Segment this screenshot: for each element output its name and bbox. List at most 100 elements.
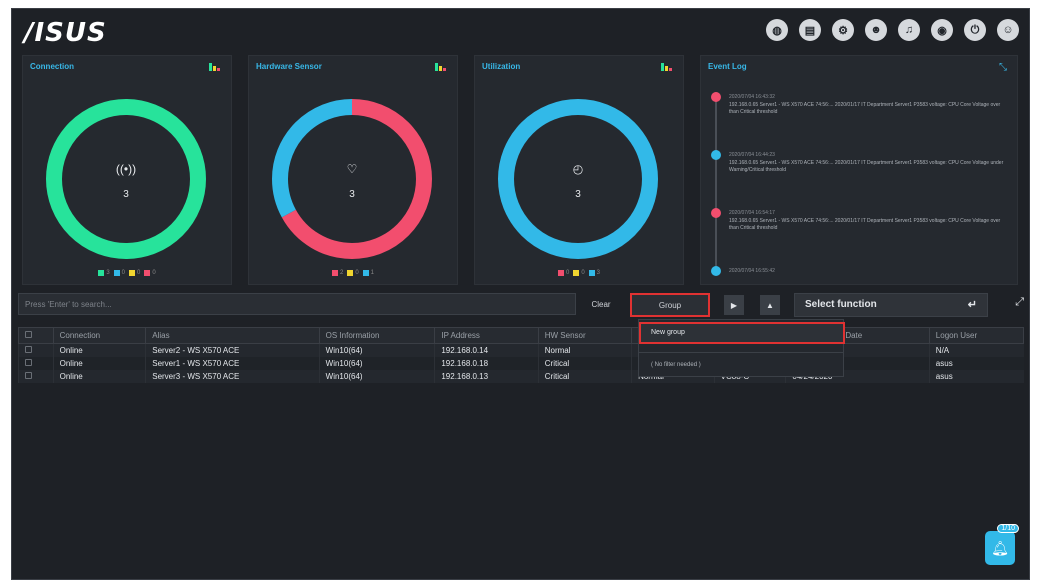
power-icon[interactable]: ⏻ bbox=[964, 19, 986, 41]
device-count: 3 bbox=[123, 189, 129, 200]
card-utilization: Utilization ◴ 3 0 0 3 bbox=[474, 55, 684, 285]
table-cell: asus bbox=[928, 369, 1024, 383]
new-group-item[interactable]: New group bbox=[639, 322, 845, 344]
event-dot bbox=[711, 208, 721, 218]
search-input[interactable] bbox=[18, 293, 576, 315]
event-log-title: Event Log bbox=[708, 62, 747, 71]
chart-legend: 3 0 0 0 bbox=[23, 270, 231, 276]
table-cell: 192.168.0.14 bbox=[434, 343, 539, 357]
connection-icon: ((•)) bbox=[115, 162, 137, 176]
device-table: Connection Alias OS Information IP Address H… bbox=[18, 327, 1025, 383]
table-cell: Normal bbox=[537, 343, 632, 357]
donut-chart: ((•)) 3 bbox=[41, 94, 211, 264]
event-dot bbox=[711, 150, 721, 160]
column-header[interactable]: OS Information bbox=[318, 327, 436, 344]
table-cell: 192.168.0.13 bbox=[434, 369, 539, 383]
legend-count: 1 bbox=[370, 270, 375, 276]
app-window: /ISUS ◍ ▤ ⚙ ☻ ♫ ◉ ⏻ ☺ Connection ((•)) 3 3 0 0 0 Hardw… bbox=[11, 8, 1030, 580]
chart-toggle-icon[interactable] bbox=[209, 63, 220, 71]
card-hardware-sensor: Hardware Sensor ♡ 3 2 0 1 bbox=[248, 55, 458, 285]
user-icon[interactable]: ☻ bbox=[865, 19, 887, 41]
fullscreen-icon[interactable]: ⤢ bbox=[1015, 296, 1024, 309]
legend-item: 0 bbox=[113, 270, 125, 276]
help-icon[interactable]: ◉ bbox=[931, 19, 953, 41]
expand-icon[interactable]: ⤡ bbox=[999, 62, 1007, 73]
database-icon[interactable]: ▤ bbox=[799, 19, 821, 41]
row-checkbox-cell[interactable] bbox=[18, 369, 54, 383]
donut-chart: ◴ 3 bbox=[493, 94, 663, 264]
legend-item: 0 bbox=[557, 270, 570, 276]
row-checkbox[interactable] bbox=[25, 345, 32, 353]
table-cell: Win10(64) bbox=[318, 356, 435, 370]
column-header[interactable]: Connection bbox=[52, 327, 147, 344]
table-cell: 192.168.0.18 bbox=[434, 356, 539, 370]
table-row[interactable]: Online Server2 - WS X570 ACE Win10(64) 192.… bbox=[18, 343, 1024, 357]
upload-button[interactable]: ▲ bbox=[760, 295, 780, 315]
event-timestamp: 2020/07/04 16:54:17 bbox=[729, 210, 775, 216]
globe-icon[interactable]: ◍ bbox=[766, 19, 788, 41]
row-checkbox-cell[interactable] bbox=[18, 356, 54, 370]
gauge-icon: ◴ bbox=[572, 162, 584, 176]
table-cell: N/A bbox=[928, 343, 1024, 357]
chart-toggle-icon[interactable] bbox=[661, 63, 672, 71]
legend-count: 0 bbox=[121, 270, 125, 276]
table-cell: Online bbox=[52, 369, 146, 383]
table-row[interactable]: Online Server3 - WS X570 ACE Win10(64) 192.… bbox=[18, 369, 1024, 383]
event-message: 192.168.0.65 Server1 - WS X570 ACE 74:56… bbox=[729, 218, 1001, 231]
column-header[interactable]: Alias bbox=[145, 327, 320, 344]
card-connection: Connection ((•)) 3 3 0 0 0 bbox=[22, 55, 232, 285]
card-title: Hardware Sensor bbox=[256, 62, 322, 71]
notification-button[interactable]: 🔔︎ 1/10 bbox=[985, 524, 1019, 565]
device-count: 3 bbox=[349, 189, 355, 200]
top-bar: /ISUS ◍ ▤ ⚙ ☻ ♫ ◉ ⏻ ☺ bbox=[12, 9, 1029, 53]
event-timestamp: 2020/07/04 16:44:23 bbox=[729, 152, 775, 158]
settings-icon[interactable]: ⚙ bbox=[832, 19, 854, 41]
legend-item: 3 bbox=[588, 270, 601, 276]
heart-monitor-icon: ♡ bbox=[346, 162, 358, 176]
timeline-line bbox=[715, 92, 717, 270]
column-header[interactable]: Logon User bbox=[928, 327, 1025, 344]
legend-item: 3 bbox=[98, 270, 110, 276]
table-row[interactable]: Online Server1 - WS X570 ACE Win10(64) 192.… bbox=[18, 356, 1024, 370]
row-checkbox[interactable] bbox=[25, 371, 32, 379]
toolbar: Clear Group ▶ ▲ Select function ↵ ⤢ bbox=[18, 293, 1024, 317]
donut-segment bbox=[498, 99, 658, 259]
select-all-checkbox[interactable] bbox=[25, 331, 32, 338]
select-function-dropdown[interactable]: Select function ↵ bbox=[794, 293, 988, 317]
legend-count: 0 bbox=[565, 270, 570, 276]
legend-count: 0 bbox=[355, 270, 359, 276]
select-function-label: Select function bbox=[805, 299, 877, 310]
top-icon-group: ◍ ▤ ⚙ ☻ ♫ ◉ ⏻ ☺ bbox=[766, 19, 1019, 41]
card-title: Utilization bbox=[482, 62, 521, 71]
table-cell: Server1 - WS X570 ACE bbox=[145, 356, 320, 370]
legend-item: 0 bbox=[573, 270, 585, 276]
legend-item: 0 bbox=[144, 270, 156, 276]
row-checkbox-cell[interactable] bbox=[18, 343, 54, 357]
event-message: 192.168.0.65 Server1 - WS X570 ACE 74:56… bbox=[729, 102, 1001, 115]
table-cell: Server3 - WS X570 ACE bbox=[145, 369, 320, 383]
notification-badge: 1/10 bbox=[997, 524, 1019, 533]
clear-button[interactable]: Clear bbox=[581, 295, 621, 313]
column-header[interactable]: IP Address bbox=[434, 327, 539, 344]
event-timestamp: 2020/07/04 16:55:42 bbox=[729, 268, 775, 274]
dropdown-divider bbox=[639, 352, 843, 353]
table-cell: Critical bbox=[537, 356, 632, 370]
bell-icon[interactable]: ♫ bbox=[898, 19, 920, 41]
row-checkbox[interactable] bbox=[25, 358, 32, 366]
select-all-checkbox-header[interactable] bbox=[18, 327, 54, 344]
legend-count: 0 bbox=[581, 270, 585, 276]
legend-count: 3 bbox=[596, 270, 601, 276]
group-button[interactable]: Group bbox=[630, 293, 710, 317]
enter-icon[interactable]: ↵ bbox=[968, 298, 977, 311]
legend-item: 1 bbox=[362, 270, 375, 276]
account-icon[interactable]: ☺ bbox=[997, 19, 1019, 41]
table-cell: Server2 - WS X570 ACE bbox=[145, 343, 320, 357]
event-log-panel: Event Log ⤡ 2020/07/04 16:43:32 192.168.0… bbox=[700, 55, 1018, 285]
legend-count: 3 bbox=[106, 270, 110, 276]
column-header[interactable]: HW Sensor bbox=[537, 327, 633, 344]
legend-item: 2 bbox=[331, 270, 343, 276]
chart-toggle-icon[interactable] bbox=[435, 63, 446, 71]
card-title: Connection bbox=[30, 62, 74, 71]
no-filter-item[interactable]: ( No filter needed ) bbox=[651, 362, 701, 368]
play-button[interactable]: ▶ bbox=[724, 295, 744, 315]
